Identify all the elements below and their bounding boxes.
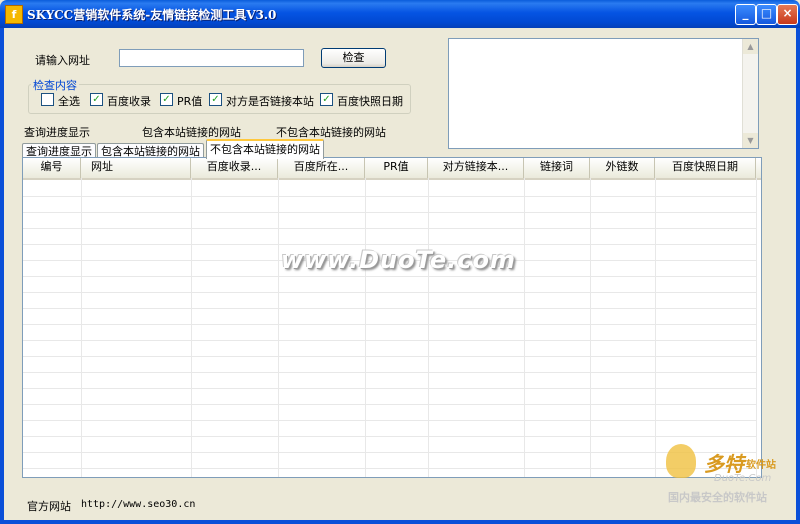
logo-subtext: 软件站 <box>746 460 776 471</box>
table-column-divider <box>756 178 757 477</box>
table-row-divider <box>23 276 756 277</box>
checkbox-label: 百度快照日期 <box>337 95 403 108</box>
table-row-divider <box>23 452 756 453</box>
checkbox-box[interactable] <box>41 93 54 106</box>
logo-domain: DuoTe.Com <box>714 473 772 484</box>
check-button[interactable]: 检查 <box>321 48 386 68</box>
checkbox-box[interactable]: ✓ <box>90 93 103 106</box>
result-memo[interactable]: ▲ ▼ <box>448 38 759 149</box>
table-row-divider <box>23 420 756 421</box>
watermark-text: www.DuoTe.com <box>281 246 516 274</box>
column-header-id[interactable]: 编号 <box>23 158 81 178</box>
table-column-divider <box>428 178 429 477</box>
table-row-divider <box>23 468 756 469</box>
checkbox-label: 对方是否链接本站 <box>226 95 314 108</box>
progress-status-label: 查询进度显示 <box>24 126 90 139</box>
table-row-divider <box>23 388 756 389</box>
window-frame-bottom <box>0 520 800 524</box>
mascot-icon <box>666 444 696 478</box>
column-header-anchor[interactable]: 链接词 <box>524 158 590 178</box>
memo-scrollbar[interactable] <box>742 39 758 148</box>
duote-logo: 多特 软件站 DuoTe.Com 国内最安全的软件站 <box>664 442 794 506</box>
table-row-divider <box>23 244 756 245</box>
scroll-down-icon[interactable]: ▼ <box>743 133 758 148</box>
table-row-divider <box>23 196 756 197</box>
contains-status-label: 包含本站链接的网站 <box>142 126 241 139</box>
window-frame-left <box>0 28 4 524</box>
app-icon: f <box>5 5 23 24</box>
check-options-legend: 检查内容 <box>31 77 79 93</box>
results-table[interactable]: 编号 网址 百度收录... 百度所在... PR值 对方链接本... 链接词 外… <box>22 157 762 478</box>
table-row-divider <box>23 372 756 373</box>
checkbox-label: 全选 <box>58 95 80 108</box>
checkbox-box[interactable]: ✓ <box>320 93 333 106</box>
table-row-divider <box>23 436 756 437</box>
table-column-divider <box>590 178 591 477</box>
table-column-divider <box>365 178 366 477</box>
checkbox-label: 百度收录 <box>107 95 151 108</box>
table-row-divider <box>23 356 756 357</box>
table-row-divider <box>23 228 756 229</box>
table-row-divider <box>23 292 756 293</box>
url-label: 请输入网址 <box>35 54 90 67</box>
checkbox-label: PR值 <box>177 95 203 108</box>
column-header-baidu-index[interactable]: 百度收录... <box>191 158 278 178</box>
url-input[interactable] <box>119 49 304 67</box>
official-site-label: 官方网站 <box>27 500 71 513</box>
not-contains-status-label: 不包含本站链接的网站 <box>276 126 386 139</box>
checkbox-box[interactable]: ✓ <box>209 93 222 106</box>
column-header-pr[interactable]: PR值 <box>365 158 428 178</box>
logo-slogan: 国内最安全的软件站 <box>668 491 767 504</box>
table-row-divider <box>23 324 756 325</box>
table-header: 编号 网址 百度收录... 百度所在... PR值 对方链接本... 链接词 外… <box>23 158 761 180</box>
official-site-link[interactable]: http://www.seo30.cn <box>81 499 195 510</box>
table-row-divider <box>23 212 756 213</box>
column-header-backlink[interactable]: 对方链接本... <box>428 158 524 178</box>
table-row-divider <box>23 404 756 405</box>
table-row-divider <box>23 340 756 341</box>
title-bar[interactable]: f SKYCC营销软件系统-友情链接检测工具V3.0 _ □ × <box>0 0 800 28</box>
column-header-url[interactable]: 网址 <box>81 158 191 178</box>
close-button[interactable]: × <box>777 4 798 25</box>
maximize-button[interactable]: □ <box>756 4 777 25</box>
table-column-divider <box>524 178 525 477</box>
table-row-divider <box>23 308 756 309</box>
window-frame-right <box>796 28 800 524</box>
window-title: SKYCC营销软件系统-友情链接检测工具V3.0 <box>27 8 277 22</box>
column-header-baidu-rank[interactable]: 百度所在... <box>278 158 365 178</box>
table-column-divider <box>191 178 192 477</box>
checkbox-box[interactable]: ✓ <box>160 93 173 106</box>
column-header-snapshot-date[interactable]: 百度快照日期 <box>655 158 756 178</box>
tab-not-contains-link[interactable]: 不包含本站链接的网站 <box>206 139 324 159</box>
table-column-divider <box>278 178 279 477</box>
table-column-divider <box>81 178 82 477</box>
table-column-divider <box>655 178 656 477</box>
minimize-button[interactable]: _ <box>735 4 756 25</box>
column-header-outlinks[interactable]: 外链数 <box>590 158 655 178</box>
scroll-up-icon[interactable]: ▲ <box>743 39 758 54</box>
